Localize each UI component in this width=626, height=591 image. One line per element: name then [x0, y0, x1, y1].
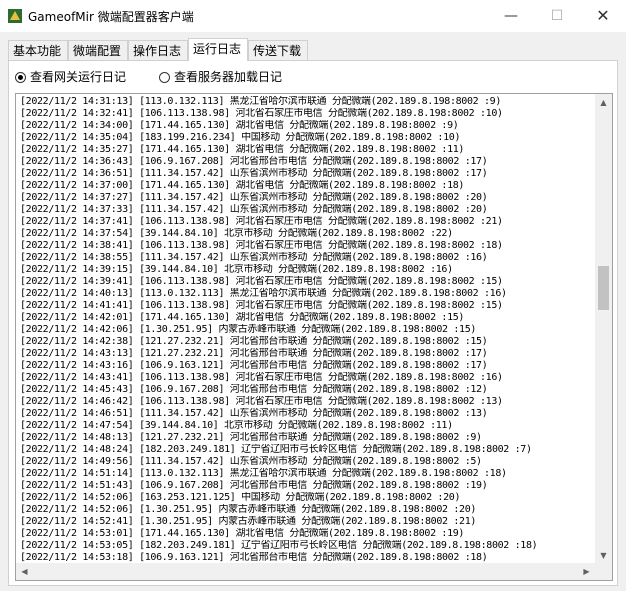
- log-line: [2022/11/2 14:46:51] [111.34.157.42] 山东省…: [20, 408, 488, 419]
- log-line: [2022/11/2 14:53:05] [182.203.249.181] 辽…: [20, 540, 538, 551]
- window-title: GameofMir 微端配置器客户端: [28, 10, 194, 24]
- tab-operation-log[interactable]: 操作日志: [128, 40, 188, 60]
- log-line: [2022/11/2 14:52:06] [1.30.251.95] 内蒙古赤峰…: [20, 504, 477, 515]
- log-line: [2022/11/2 14:41:41] [106.113.138.98] 河北…: [20, 300, 503, 311]
- log-line: [2022/11/2 14:36:43] [106.9.167.208] 河北省…: [20, 156, 488, 167]
- vertical-scrollbar[interactable]: ▲ ▼: [595, 94, 612, 564]
- log-line: [2022/11/2 14:37:27] [111.34.157.42] 山东省…: [20, 192, 488, 203]
- log-line: [2022/11/2 14:46:42] [106.113.138.98] 河北…: [20, 396, 503, 407]
- log-textbox[interactable]: [2022/11/2 14:31:13] [113.0.132.113] 黑龙江…: [15, 93, 613, 581]
- scroll-up-icon[interactable]: ▲: [595, 94, 612, 111]
- maximize-button[interactable]: ☐: [534, 0, 580, 32]
- scroll-right-icon[interactable]: ▶: [578, 563, 595, 580]
- log-line: [2022/11/2 14:42:38] [121.27.232.21] 河北省…: [20, 336, 488, 347]
- log-line: [2022/11/2 14:53:01] [171.44.165.130] 湖北…: [20, 528, 465, 539]
- horizontal-scrollbar[interactable]: ◀ ▶: [16, 563, 612, 580]
- log-line: [2022/11/2 14:32:41] [106.113.138.98] 河北…: [20, 108, 503, 119]
- log-line: [2022/11/2 14:40:13] [113.0.132.113] 黑龙江…: [20, 288, 507, 299]
- log-line: [2022/11/2 14:37:41] [106.113.138.98] 河北…: [20, 216, 503, 227]
- log-line: [2022/11/2 14:38:55] [111.34.157.42] 山东省…: [20, 252, 488, 263]
- server-load-log-radio[interactable]: 查看服务器加载日记: [159, 69, 282, 85]
- gateway-log-radio[interactable]: 查看网关运行日记: [15, 69, 126, 85]
- gateway-log-label: 查看网关运行日记: [30, 70, 127, 84]
- log-line: [2022/11/2 14:31:13] [113.0.132.113] 黑龙江…: [20, 96, 502, 107]
- scroll-left-icon[interactable]: ◀: [16, 563, 33, 580]
- log-line: [2022/11/2 14:35:04] [183.199.216.234] 中…: [20, 132, 461, 143]
- log-line: [2022/11/2 14:37:33] [111.34.157.42] 山东省…: [20, 204, 488, 215]
- radio-checked-icon: [15, 72, 26, 83]
- log-line: [2022/11/2 14:43:41] [106.113.138.98] 河北…: [20, 372, 503, 383]
- log-line: [2022/11/2 14:49:56] [111.34.157.42] 山东省…: [20, 456, 482, 467]
- radio-unchecked-icon: [159, 72, 170, 83]
- log-line: [2022/11/2 14:39:41] [106.113.138.98] 河北…: [20, 276, 503, 287]
- log-line: [2022/11/2 14:37:00] [171.44.165.130] 湖北…: [20, 180, 465, 191]
- log-line: [2022/11/2 14:37:54] [39.144.84.10] 北京市移…: [20, 228, 453, 239]
- tab-run-log[interactable]: 运行日志: [188, 38, 248, 61]
- tab-microclient-config[interactable]: 微端配置: [68, 40, 128, 60]
- tab-transfer-download[interactable]: 传送下载: [248, 40, 308, 60]
- vertical-scroll-thumb[interactable]: [598, 266, 609, 310]
- log-line: [2022/11/2 14:36:51] [111.34.157.42] 山东省…: [20, 168, 488, 179]
- server-load-log-label: 查看服务器加载日记: [174, 70, 283, 84]
- log-line: [2022/11/2 14:48:13] [121.27.232.21] 河北省…: [20, 432, 482, 443]
- log-line: [2022/11/2 14:51:43] [106.9.167.208] 河北省…: [20, 480, 488, 491]
- tab-basic-functions[interactable]: 基本功能: [8, 40, 68, 60]
- log-line: [2022/11/2 14:48:24] [182.203.249.181] 辽…: [20, 444, 532, 455]
- log-line: [2022/11/2 14:39:15] [39.144.84.10] 北京市移…: [20, 264, 453, 275]
- log-line: [2022/11/2 14:34:00] [171.44.165.130] 湖北…: [20, 120, 459, 131]
- log-line: [2022/11/2 14:43:13] [121.27.232.21] 河北省…: [20, 348, 488, 359]
- log-line: [2022/11/2 14:45:43] [106.9.167.208] 河北省…: [20, 384, 488, 395]
- log-line: [2022/11/2 14:38:41] [106.113.138.98] 河北…: [20, 240, 503, 251]
- log-line: [2022/11/2 14:43:16] [106.9.163.121] 河北省…: [20, 360, 488, 371]
- log-line: [2022/11/2 14:52:06] [163.253.121.125] 中…: [20, 492, 461, 503]
- title-bar: GameofMir 微端配置器客户端 — ☐ ✕: [0, 0, 626, 32]
- log-lines: [2022/11/2 14:31:13] [113.0.132.113] 黑龙江…: [20, 96, 594, 564]
- log-line: [2022/11/2 14:52:41] [1.30.251.95] 内蒙古赤峰…: [20, 516, 477, 527]
- scroll-down-icon[interactable]: ▼: [595, 547, 612, 564]
- log-line: [2022/11/2 14:42:06] [1.30.251.95] 内蒙古赤峰…: [20, 324, 477, 335]
- log-line: [2022/11/2 14:35:27] [171.44.165.130] 湖北…: [20, 144, 465, 155]
- app-icon: [8, 9, 22, 23]
- log-line: [2022/11/2 14:42:01] [171.44.165.130] 湖北…: [20, 312, 465, 323]
- close-button[interactable]: ✕: [580, 0, 626, 32]
- log-line: [2022/11/2 14:51:14] [113.0.132.113] 黑龙江…: [20, 468, 507, 479]
- run-log-panel: 查看网关运行日记 查看服务器加载日记 [2022/11/2 14:31:13] …: [8, 60, 618, 586]
- log-line: [2022/11/2 14:47:54] [39.144.84.10] 北京市移…: [20, 420, 453, 431]
- minimize-button[interactable]: —: [488, 0, 534, 32]
